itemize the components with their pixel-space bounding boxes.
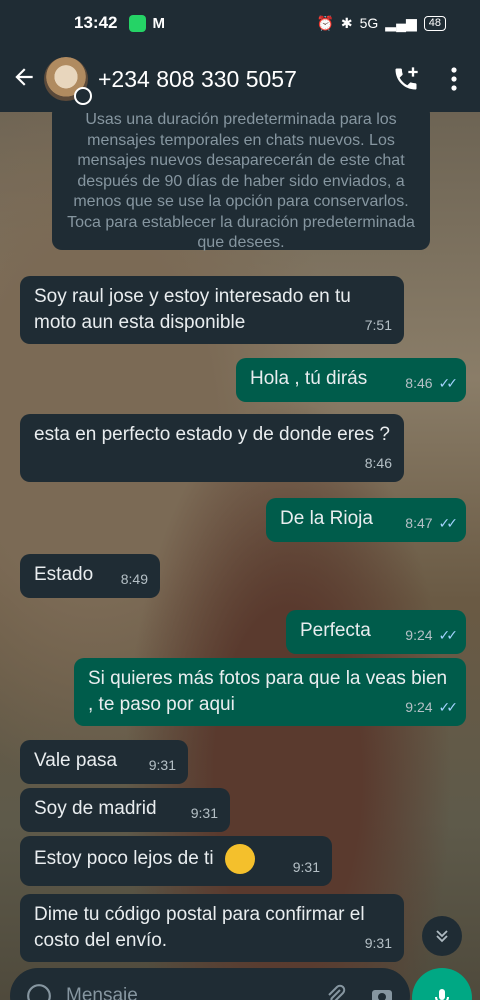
message-bubble[interactable]: Hola , tú dirás 8:46 ✓✓ bbox=[236, 358, 466, 402]
more-vertical-icon[interactable] bbox=[450, 66, 458, 92]
emoji-icon[interactable] bbox=[26, 983, 52, 1000]
avatar[interactable] bbox=[44, 57, 92, 105]
chat-header: +234 808 330 5057 bbox=[0, 46, 480, 112]
message-text: Estoy poco lejos de ti bbox=[34, 848, 214, 870]
message-time: 9:31 bbox=[148, 757, 176, 773]
attach-icon[interactable] bbox=[324, 984, 348, 1000]
disappearing-messages-notice[interactable]: Usas una duración predeterminada para lo… bbox=[52, 112, 430, 251]
message-text: Soy raul jose y estoy interesado en tu m… bbox=[34, 286, 351, 333]
message-time: 9:31 bbox=[364, 935, 392, 951]
message-text: Perfecta bbox=[300, 620, 371, 641]
network-type: 5G bbox=[359, 15, 379, 31]
add-call-icon[interactable] bbox=[392, 65, 420, 93]
message-bubble[interactable]: esta en perfecto estado y de donde eres … bbox=[20, 414, 404, 482]
message-text: esta en perfecto estado y de donde eres … bbox=[34, 424, 390, 445]
message-bubble[interactable]: Dime tu código postal para confirmar el … bbox=[20, 894, 404, 962]
message-time: 9:24 bbox=[405, 699, 433, 715]
status-time: 13:42 bbox=[74, 13, 118, 32]
message-input[interactable] bbox=[66, 985, 266, 1000]
message-bubble[interactable]: Perfecta 9:24 ✓✓ bbox=[286, 610, 466, 654]
message-composer bbox=[10, 968, 410, 1000]
thinking-face-icon bbox=[224, 844, 255, 874]
signal-icon: ▂▄▆ bbox=[385, 14, 417, 31]
message-text: Hola , tú dirás bbox=[250, 368, 368, 389]
message-time: 8:47 bbox=[405, 515, 433, 531]
scroll-to-bottom-button[interactable] bbox=[422, 916, 462, 956]
message-time: 9:31 bbox=[190, 805, 218, 821]
message-time: 7:51 bbox=[364, 317, 392, 333]
bluetooth-icon: ✱ bbox=[340, 14, 353, 31]
read-ticks-icon: ✓✓ bbox=[438, 375, 459, 391]
message-text: Soy de madrid bbox=[34, 798, 157, 819]
message-bubble[interactable]: Vale pasa 9:31 bbox=[20, 740, 188, 784]
read-ticks-icon: ✓✓ bbox=[438, 515, 459, 531]
message-bubble[interactable]: Estoy poco lejos de ti 9:31 bbox=[20, 836, 332, 886]
chat-area[interactable]: Usas una duración predeterminada para lo… bbox=[0, 112, 480, 1000]
message-bubble[interactable]: Si quieres más fotos para que la veas bi… bbox=[74, 658, 466, 726]
message-text: Dime tu código postal para confirmar el … bbox=[34, 904, 365, 951]
alarm-icon: ⏰ bbox=[316, 14, 334, 31]
arrow-left-icon bbox=[15, 67, 33, 86]
message-time: 8:49 bbox=[120, 571, 148, 587]
camera-icon[interactable] bbox=[370, 984, 394, 1000]
mail-notification-icon: M bbox=[152, 14, 165, 32]
message-text: Si quieres más fotos para que la veas bi… bbox=[88, 668, 448, 715]
message-bubble[interactable]: Soy raul jose y estoy interesado en tu m… bbox=[20, 276, 404, 344]
message-time: 9:24 bbox=[405, 627, 433, 643]
message-text: De la Rioja bbox=[280, 508, 373, 529]
message-time: 9:31 bbox=[292, 859, 320, 875]
battery-icon: 48 bbox=[423, 15, 446, 31]
message-text: Vale pasa bbox=[34, 750, 118, 771]
status-bar: 13:42 M ⏰ ✱ 5G ▂▄▆ 48 bbox=[0, 0, 480, 46]
message-time: 8:46 bbox=[405, 375, 433, 391]
mic-icon bbox=[435, 989, 449, 1000]
read-ticks-icon: ✓✓ bbox=[438, 699, 459, 715]
message-bubble[interactable]: Soy de madrid 9:31 bbox=[20, 788, 230, 832]
double-chevron-down-icon bbox=[436, 930, 448, 943]
message-bubble[interactable]: Estado 8:49 bbox=[20, 554, 160, 598]
contact-name[interactable]: +234 808 330 5057 bbox=[98, 66, 297, 93]
message-time: 8:46 bbox=[364, 455, 392, 471]
app-notification-icon bbox=[129, 14, 147, 32]
message-text: Estado bbox=[34, 564, 94, 585]
back-button[interactable] bbox=[4, 64, 44, 95]
message-bubble[interactable]: De la Rioja 8:47 ✓✓ bbox=[266, 498, 466, 542]
read-ticks-icon: ✓✓ bbox=[438, 627, 459, 643]
disappearing-timer-icon bbox=[74, 87, 92, 105]
